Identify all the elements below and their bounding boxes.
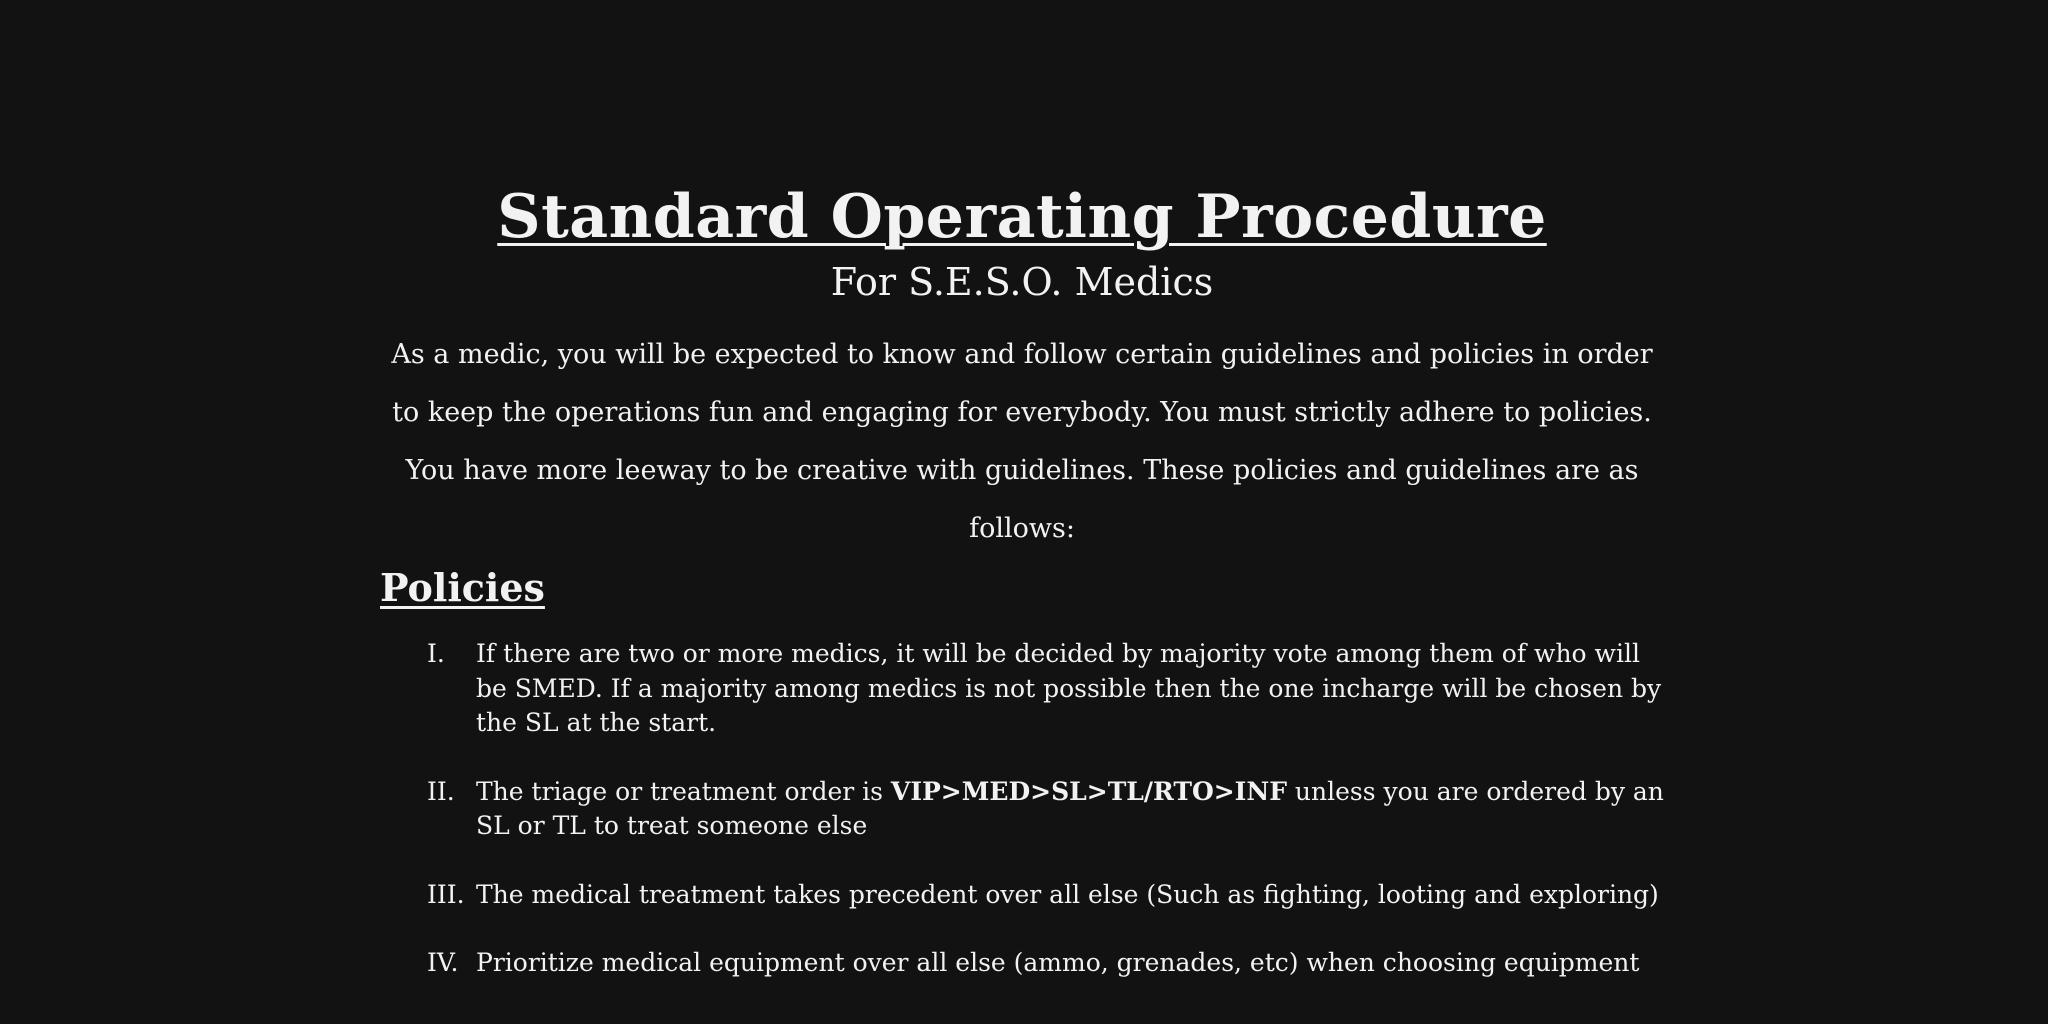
policy-number: I. xyxy=(427,639,445,668)
policy-item-4: IV. Prioritize medical equipment over al… xyxy=(380,946,1664,981)
triage-order: VIP>MED>SL>TL/RTO>INF xyxy=(890,776,1287,806)
intro-paragraph: As a medic, you will be expected to know… xyxy=(391,339,1653,544)
policy-text: The triage or treatment order is VIP>MED… xyxy=(476,775,1664,844)
policy-item-3: III. The medical treatment takes precede… xyxy=(380,878,1664,913)
policy-number: III. xyxy=(427,879,465,909)
policy-text-before: The triage or treatment order is xyxy=(476,776,891,806)
policy-list: I. If there are two or more medics, it w… xyxy=(380,637,1664,1015)
policy-text: If there are two or more medics, it will… xyxy=(476,639,1662,737)
document-subtitle: For S.E.S.O. Medics xyxy=(830,260,1214,304)
policy-number: II. xyxy=(427,776,455,806)
policy-number: IV. xyxy=(427,948,459,977)
policy-text: The medical treatment takes precedent ov… xyxy=(476,879,1659,909)
policy-item-2: II. The triage or treatment order is VIP… xyxy=(380,775,1664,844)
policy-text: Prioritize medical equipment over all el… xyxy=(476,948,1640,977)
policies-heading: Policies xyxy=(380,565,545,610)
policy-item-1: I. If there are two or more medics, it w… xyxy=(380,637,1664,741)
document-title: Standard Operating Procedure xyxy=(497,182,1547,252)
